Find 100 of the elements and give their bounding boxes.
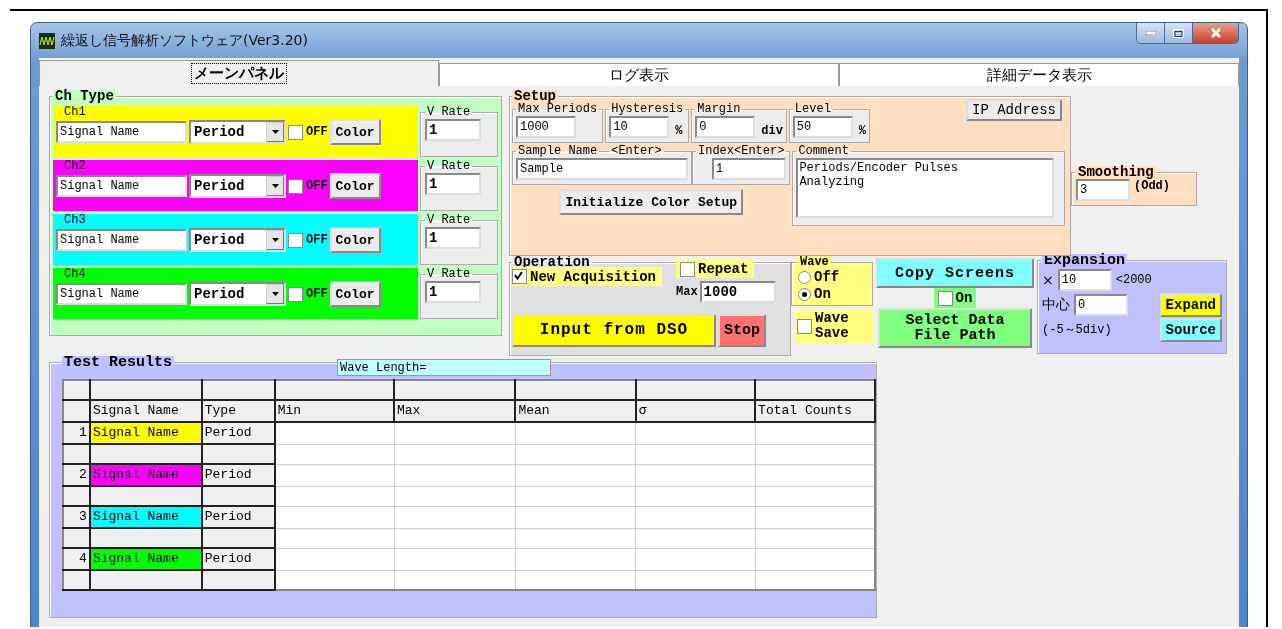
close-button[interactable]: [1193, 23, 1238, 43]
unit-label: %: [675, 124, 683, 138]
on-option[interactable]: On: [933, 288, 977, 308]
group-label: Ch Type: [53, 90, 116, 103]
input-from-dso-button[interactable]: Input from DSO: [512, 313, 716, 347]
center-label: 中心: [1042, 295, 1070, 314]
copy-screens-button[interactable]: Copy Screens: [876, 258, 1034, 288]
window-title: 繰返し信号解析ソフトウェア(Ver3.20): [61, 31, 308, 50]
ip-address-button[interactable]: IP Address: [966, 99, 1062, 121]
color-button[interactable]: Color: [329, 281, 381, 307]
type-dropdown[interactable]: Period: [189, 174, 286, 198]
checkbox[interactable]: [797, 318, 812, 334]
checkbox[interactable]: [288, 286, 303, 302]
index-field[interactable]: 1: [712, 158, 786, 180]
limit-label: <2000: [1115, 272, 1152, 287]
header-cell: [63, 380, 90, 400]
source-button[interactable]: Source: [1159, 317, 1222, 342]
times-label: ×: [1042, 271, 1054, 288]
group-label: Comment: [797, 145, 850, 158]
group-label: Setup: [512, 90, 558, 103]
times-field[interactable]: 10: [1057, 268, 1112, 291]
maximize-icon: [1173, 28, 1184, 38]
checkbox[interactable]: [288, 124, 303, 140]
type-dropdown[interactable]: Period: [189, 282, 286, 306]
radio-option[interactable]: On: [798, 286, 866, 303]
setting-field[interactable]: 1000: [516, 116, 576, 138]
checkbox[interactable]: [288, 232, 303, 248]
group-label: Test Results: [62, 356, 175, 369]
channel-label: Ch4: [63, 268, 87, 281]
channel-label: Ch2: [63, 160, 87, 173]
initialize-color-button[interactable]: Initialize Color Setup: [559, 189, 744, 215]
maximize-button[interactable]: [1165, 23, 1193, 43]
header-cell: [63, 444, 90, 464]
checkbox[interactable]: [288, 178, 303, 194]
tab[interactable]: ログ表示: [439, 63, 839, 86]
group-label: Expansion: [1042, 254, 1127, 267]
checkbox[interactable]: [680, 261, 695, 277]
group-label: Index<Enter>: [697, 145, 786, 158]
tab[interactable]: メーンパネル: [39, 60, 439, 86]
range-label: (-5～5div): [1042, 322, 1112, 338]
checkbox-label: OFF: [306, 287, 328, 301]
group-label: V Rate: [426, 214, 472, 227]
checkbox[interactable]: [937, 290, 953, 306]
hint-label: <Enter>: [611, 145, 662, 158]
v-rate-field[interactable]: 1: [425, 173, 481, 195]
header-cell: [63, 570, 90, 590]
color-button[interactable]: Color: [329, 173, 381, 199]
tab[interactable]: 詳細データ表示: [839, 63, 1239, 86]
color-button[interactable]: Color: [329, 119, 381, 145]
caret-icon: [271, 184, 279, 188]
select-data-file-path-button[interactable]: Select Data File Path: [878, 308, 1032, 348]
checkbox[interactable]: [512, 269, 527, 284]
radio-option[interactable]: Off: [798, 269, 866, 286]
type-dropdown[interactable]: Period: [189, 120, 286, 144]
checkbox-label: OFF: [306, 125, 328, 139]
radio-button[interactable]: [798, 271, 811, 284]
group-label: V Rate: [426, 106, 472, 119]
comment-field[interactable]: Periods/Encoder Pulses Analyzing: [796, 158, 1055, 218]
caret-icon: [271, 292, 279, 296]
color-button[interactable]: Color: [329, 227, 381, 253]
group-label: Sample Name: [518, 145, 598, 158]
v-rate-field[interactable]: 1: [425, 281, 481, 303]
note-label: (Odd): [1134, 179, 1170, 193]
group-label: Hysteresis: [610, 103, 685, 116]
stop-button[interactable]: Stop: [718, 313, 766, 347]
setting-field[interactable]: 0: [695, 116, 756, 138]
signal-name-field[interactable]: Signal Name: [56, 121, 187, 143]
check-mark-icon: [513, 270, 524, 281]
minimize-button[interactable]: [1137, 23, 1165, 43]
caret-icon: [271, 238, 279, 242]
group-label: Operation: [513, 256, 591, 269]
max-field[interactable]: 1000: [699, 281, 776, 303]
signal-name-field[interactable]: Signal Name: [56, 175, 187, 197]
group-label: Max Periods: [518, 103, 599, 116]
caret-icon: [271, 130, 279, 134]
center-field[interactable]: 0: [1074, 293, 1128, 316]
header-cell: [63, 486, 90, 506]
setting-field[interactable]: 50: [792, 116, 853, 138]
group-label: V Rate: [426, 268, 472, 281]
sample-name-field[interactable]: Sample: [516, 158, 688, 180]
radio-button[interactable]: [798, 288, 811, 301]
close-icon: [1209, 28, 1222, 38]
new-acquisition-option[interactable]: New Acquisition: [512, 267, 662, 286]
v-rate-field[interactable]: 1: [425, 227, 481, 249]
channel-label: Ch3: [63, 214, 87, 227]
expand-button[interactable]: Expand: [1159, 292, 1222, 317]
header-cell: [63, 528, 90, 548]
row-number: 1: [63, 422, 90, 444]
signal-name-field[interactable]: Signal Name: [56, 229, 187, 251]
v-rate-field[interactable]: 1: [425, 119, 481, 141]
minimize-icon: [1145, 31, 1156, 35]
smoothing-field[interactable]: 3: [1076, 179, 1130, 201]
repeat-option[interactable]: Repeat: [676, 260, 755, 278]
setting-field[interactable]: 10: [609, 116, 670, 138]
checkbox-label: OFF: [306, 233, 328, 247]
group-label: Level: [793, 103, 832, 116]
signal-name-field[interactable]: Signal Name: [56, 283, 187, 305]
wave-save-option[interactable]: Wave Save: [795, 309, 873, 343]
unit-label: div: [761, 124, 783, 138]
type-dropdown[interactable]: Period: [189, 228, 286, 252]
